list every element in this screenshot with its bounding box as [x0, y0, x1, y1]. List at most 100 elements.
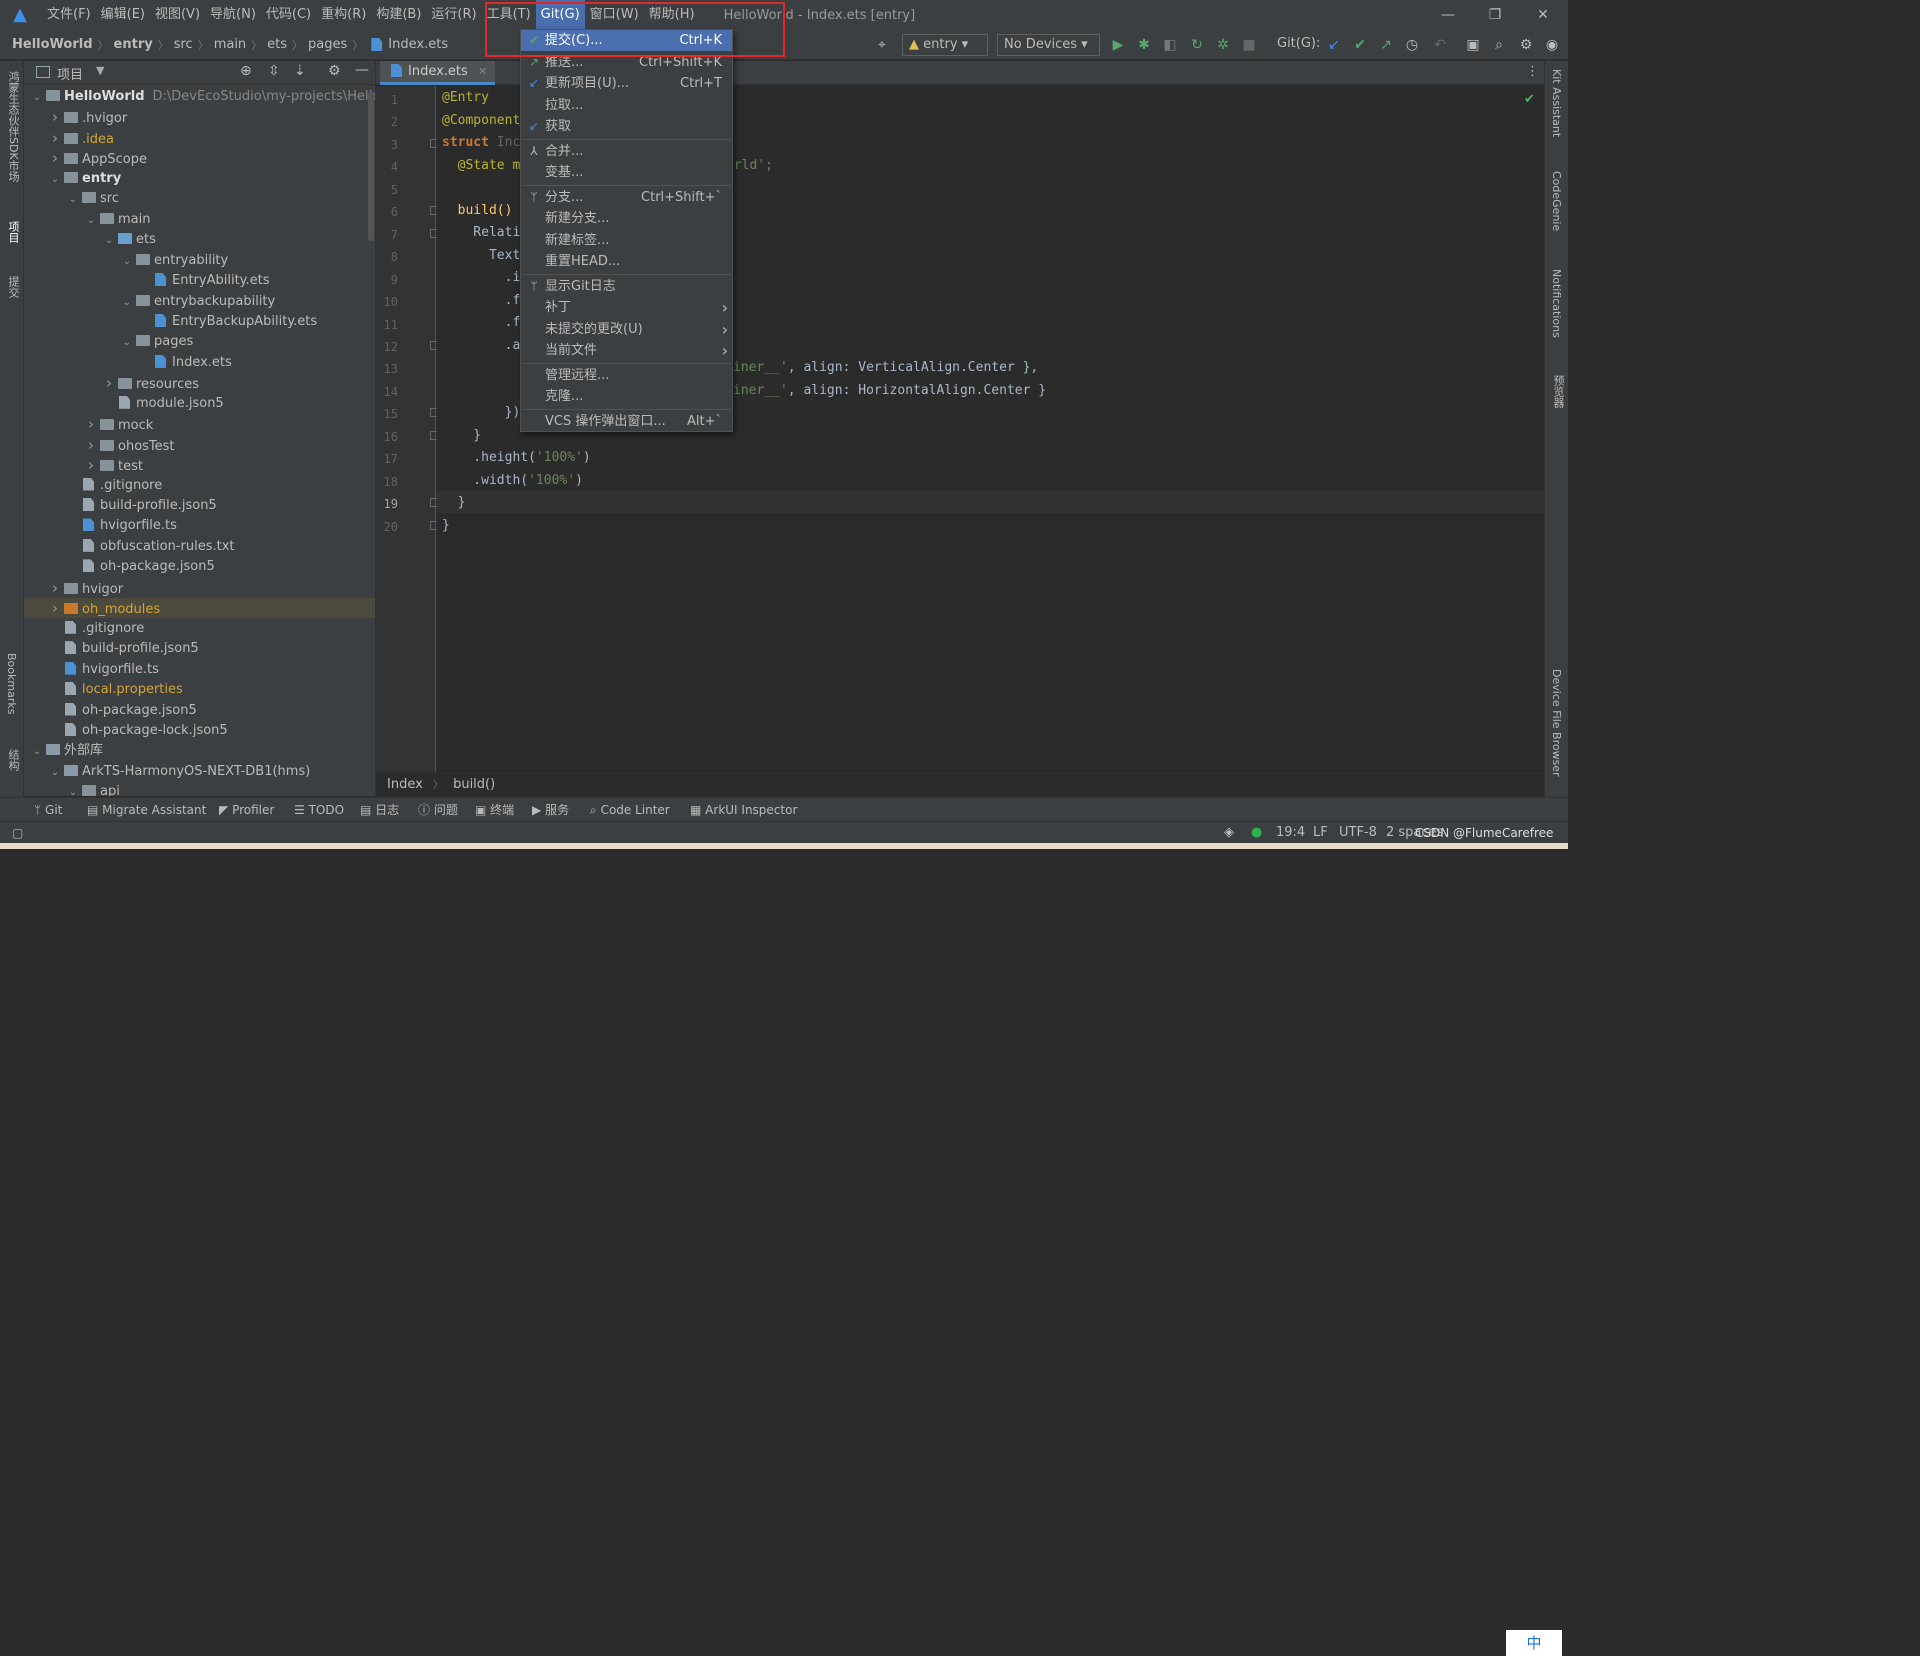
tree-item[interactable]: ⌄ ets: [24, 230, 375, 251]
git-tool-button[interactable]: ᛘ Git: [34, 798, 62, 822]
minimize-icon[interactable]: —: [1425, 0, 1471, 30]
menu-build[interactable]: 构建(B): [371, 0, 426, 30]
history-icon[interactable]: ◷: [1403, 36, 1421, 54]
git-menu-item[interactable]: ᛘ 分支... Ctrl+Shift+`: [521, 187, 732, 208]
kit-assistant-tab[interactable]: Kit Assistant: [1550, 69, 1563, 137]
rollback-icon[interactable]: ↶: [1431, 36, 1449, 54]
tree-item[interactable]: ⌄ entryability: [24, 251, 375, 271]
close-icon[interactable]: ✕: [1520, 0, 1566, 30]
tree-item[interactable]: build-profile.json5: [24, 496, 375, 516]
tree-item[interactable]: › .idea: [24, 128, 375, 148]
git-menu-item[interactable]: ↙ 更新项目(U)... Ctrl+T: [521, 73, 732, 94]
menu-edit[interactable]: 编辑(E): [96, 0, 150, 30]
tree-item[interactable]: .gitignore: [24, 476, 375, 496]
tree-item[interactable]: obfuscation-rules.txt: [24, 537, 375, 557]
menu-file[interactable]: 文件(F): [42, 0, 96, 30]
tree-item[interactable]: EntryAbility.ets: [24, 271, 375, 291]
tree-item[interactable]: oh-package.json5: [24, 701, 375, 721]
git-menu-item[interactable]: ↙ 获取: [521, 116, 732, 137]
breadcrumb-item[interactable]: main: [214, 37, 246, 52]
device-file-browser-tab[interactable]: Device File Browser: [1550, 669, 1563, 777]
tree-item[interactable]: ⌄ HelloWorld D:\DevEcoStudio\my-projects\H…: [24, 87, 375, 108]
chevron-down-icon[interactable]: ⌄: [120, 333, 134, 353]
git-update-icon[interactable]: ↙: [1325, 36, 1343, 54]
file-encoding[interactable]: UTF-8: [1339, 822, 1377, 844]
attach-debugger-icon[interactable]: ✲: [1214, 36, 1232, 54]
caret-position[interactable]: 19:4: [1276, 822, 1305, 844]
git-menu-item[interactable]: 变基...: [521, 162, 732, 183]
tree-item[interactable]: ⌄ pages: [24, 332, 375, 353]
tree-item[interactable]: › oh_modules: [24, 598, 375, 619]
tree-item[interactable]: ⌄ entrybackupability: [24, 292, 375, 312]
tree-item[interactable]: ⌄ entry: [24, 169, 375, 190]
locate-icon[interactable]: ⊕: [240, 63, 252, 79]
chevron-down-icon[interactable]: ⌄: [66, 190, 80, 210]
chevron-down-icon[interactable]: ⌄: [66, 783, 80, 796]
chevron-right-icon[interactable]: ›: [84, 435, 98, 455]
git-menu-item[interactable]: VCS 操作弹出窗口... Alt+`: [521, 411, 732, 432]
line-separator[interactable]: LF: [1313, 822, 1328, 844]
git-menu-item[interactable]: ⅄ 合并...: [521, 141, 732, 162]
tab-index-ets[interactable]: Index.ets ✕: [380, 61, 496, 85]
run-config-select[interactable]: ▲ entry ▾: [902, 34, 988, 56]
tree-item[interactable]: ⌄ ArkTS-HarmonyOS-NEXT-DB1(hms): [24, 762, 375, 783]
tree-item[interactable]: ⌄ api: [24, 782, 375, 796]
menu-refactor[interactable]: 重构(R): [316, 0, 371, 30]
breadcrumb-item[interactable]: entry: [114, 37, 153, 52]
menu-run[interactable]: 运行(R): [426, 0, 481, 30]
settings-icon[interactable]: ⚙: [1517, 36, 1535, 54]
tree-scrollbar[interactable]: [368, 91, 374, 241]
tree-item[interactable]: oh-package.json5: [24, 557, 375, 577]
sdk-market-tab[interactable]: 鸿蒙生态伙伴SDK市场: [5, 71, 21, 182]
git-menu-item[interactable]: 拉取...: [521, 95, 732, 116]
chevron-down-icon[interactable]: ▼: [96, 64, 104, 77]
git-menu-item[interactable]: 补丁 ›: [521, 297, 732, 318]
target-icon[interactable]: ⌖: [873, 36, 891, 54]
tree-item[interactable]: ⌄ 外部库: [24, 741, 375, 762]
tree-item[interactable]: EntryBackupAbility.ets: [24, 312, 375, 332]
tree-item[interactable]: › .hvigor: [24, 107, 375, 127]
chevron-right-icon[interactable]: ›: [48, 107, 62, 127]
profiler-button[interactable]: ◤ Profiler: [219, 798, 274, 822]
more-tabs-icon[interactable]: ⋮: [1526, 64, 1539, 79]
arkui-inspector-button[interactable]: ▦ ArkUI Inspector: [690, 798, 797, 822]
commit-tab[interactable]: 提交: [5, 276, 21, 298]
chevron-down-icon[interactable]: ⌄: [30, 742, 44, 762]
services-button[interactable]: ▶ 服务: [532, 798, 569, 822]
expand-all-icon[interactable]: ⇳: [268, 63, 280, 79]
chevron-right-icon[interactable]: ›: [84, 455, 98, 475]
chevron-down-icon[interactable]: ⌄: [48, 763, 62, 783]
bookmarks-tab[interactable]: Bookmarks: [5, 653, 18, 714]
chevron-down-icon[interactable]: ⌄: [30, 88, 44, 108]
tree-item[interactable]: Index.ets: [24, 353, 375, 373]
menu-code[interactable]: 代码(C): [261, 0, 316, 30]
tree-item[interactable]: module.json5: [24, 394, 375, 414]
structure-tab[interactable]: 结构: [5, 749, 21, 771]
git-menu-item[interactable]: 新建分支...: [521, 208, 732, 229]
chevron-right-icon[interactable]: ›: [84, 414, 98, 434]
no-problems-check-icon[interactable]: ✔: [1524, 92, 1535, 107]
ime-indicator[interactable]: 中: [1506, 1630, 1562, 1656]
tree-item[interactable]: › AppScope: [24, 148, 375, 168]
breadcrumb-item[interactable]: HelloWorld: [12, 37, 93, 52]
chevron-right-icon[interactable]: ›: [48, 128, 62, 148]
git-menu-item[interactable]: 重置HEAD...: [521, 251, 732, 272]
tree-item[interactable]: build-profile.json5: [24, 639, 375, 659]
chevron-down-icon[interactable]: ⌄: [102, 231, 116, 251]
notifications-tab[interactable]: Notifications: [1550, 269, 1563, 338]
tree-item[interactable]: › mock: [24, 414, 375, 434]
terminal-button[interactable]: ▣ 终端: [475, 798, 514, 822]
previewer-tab[interactable]: 预览器: [1550, 375, 1566, 408]
project-panel-title[interactable]: 项目: [57, 64, 83, 83]
chevron-right-icon[interactable]: ›: [48, 578, 62, 598]
gear-icon[interactable]: ⚙: [328, 63, 341, 79]
tree-item[interactable]: › test: [24, 455, 375, 475]
git-menu-item[interactable]: 当前文件 ›: [521, 340, 732, 361]
git-menu-item[interactable]: 未提交的更改(U) ›: [521, 319, 732, 340]
run-icon[interactable]: ▶: [1109, 36, 1127, 54]
restore-icon[interactable]: ❐: [1472, 0, 1518, 30]
breadcrumb-item[interactable]: Index.ets: [388, 37, 448, 52]
tree-item[interactable]: ⌄ main: [24, 210, 375, 230]
chevron-down-icon[interactable]: ⌄: [48, 170, 62, 190]
tree-item[interactable]: oh-package-lock.json5: [24, 721, 375, 741]
